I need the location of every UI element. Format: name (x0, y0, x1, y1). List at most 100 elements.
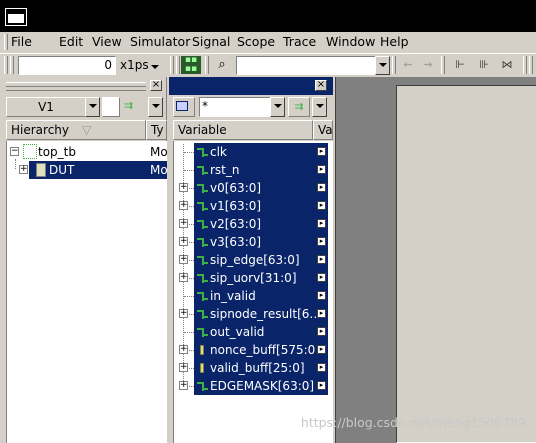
add-to-wave-icon[interactable]: ▸ (317, 201, 326, 210)
trace-driver-icon[interactable]: ⊩ (450, 56, 470, 74)
expand-icon[interactable]: + (19, 165, 28, 174)
add-to-wave-icon[interactable]: ▸ (317, 165, 326, 174)
variable-row[interactable]: + v2[63:0] ▸ (174, 215, 334, 233)
variable-row[interactable]: + v1[63:0] ▸ (174, 197, 334, 215)
waveform-pane[interactable] (396, 85, 536, 443)
expand-icon[interactable]: + (179, 219, 188, 228)
variable-row[interactable]: + v0[63:0] ▸ (174, 179, 334, 197)
collapse-icon[interactable]: − (10, 147, 19, 156)
signal-wave-icon (197, 165, 209, 175)
variable-row[interactable]: rst_n ▸ (174, 161, 334, 179)
sort-icon: ▽ (82, 123, 92, 137)
tree-item-label: top_tb (38, 145, 76, 159)
scope-dropdown-button[interactable] (85, 97, 100, 117)
expand-icon[interactable]: + (179, 381, 188, 390)
next-edge-icon[interactable]: ⇝ (418, 56, 438, 74)
search-dropdown-button[interactable] (375, 56, 390, 75)
expand-icon[interactable]: + (179, 273, 188, 282)
variable-row[interactable]: + sipnode_result[6… ▸ (174, 305, 334, 323)
add-to-wave-icon[interactable]: ▸ (317, 237, 326, 246)
time-input[interactable]: 0 (18, 56, 116, 75)
signal-wave-icon (197, 381, 209, 391)
expand-dropdown-button[interactable] (148, 97, 163, 117)
variable-row[interactable]: + valid_buff[25:0] ▸ (174, 359, 334, 377)
variable-name: v3[63:0] (210, 235, 262, 249)
variable-row[interactable]: + v3[63:0] ▸ (174, 233, 334, 251)
add-signal-dropdown-button[interactable] (312, 97, 327, 117)
add-to-wave-icon[interactable]: ▸ (317, 147, 326, 156)
menu-file[interactable]: File (11, 34, 32, 49)
add-to-wave-icon[interactable]: ▸ (317, 363, 326, 372)
module-icon (36, 163, 46, 177)
scope-select[interactable]: V1 (6, 97, 86, 117)
trace-connect-icon[interactable]: ⋈ (497, 56, 517, 74)
close-icon[interactable]: × (150, 80, 162, 91)
signal-wave-icon (197, 219, 209, 229)
time-unit-select[interactable]: x1ps (120, 58, 149, 72)
expand-icon[interactable]: + (179, 201, 188, 210)
expand-icon[interactable]: + (179, 309, 188, 318)
menu-edit[interactable]: Edit (59, 34, 83, 49)
tree-item-dut[interactable]: + DUT Mo (7, 161, 168, 179)
add-to-wave-icon[interactable]: ▸ (317, 291, 326, 300)
expand-icon[interactable]: + (179, 363, 188, 372)
menu-bar: File Edit View Simulator Signal Scope Tr… (0, 32, 536, 52)
add-to-wave-icon[interactable]: ▸ (317, 381, 326, 390)
signal-wave-icon (197, 201, 209, 211)
add-to-wave-icon[interactable]: ▸ (317, 255, 326, 264)
add-signal-icon[interactable]: ⇉ (288, 97, 310, 117)
toolbar-grip (392, 56, 396, 74)
signal-icon[interactable]: ▪▪ ▪▪ (181, 56, 201, 74)
chevron-down-icon[interactable] (151, 65, 159, 69)
toolbar-grip (176, 56, 180, 74)
variable-row[interactable]: + EDGEMASK[63:0] ▸ (174, 377, 334, 395)
variable-name: in_valid (210, 289, 256, 303)
variable-filter-input[interactable]: * (199, 97, 271, 117)
menu-view[interactable]: View (92, 34, 122, 49)
variable-row[interactable]: clk ▸ (174, 143, 334, 161)
expand-scope-icon[interactable]: ⇉ (124, 99, 133, 112)
search-input[interactable] (236, 56, 376, 75)
menu-signal[interactable]: Signal (192, 34, 230, 49)
prev-edge-icon[interactable]: ⇜ (398, 56, 418, 74)
menu-help[interactable]: Help (380, 34, 409, 49)
column-header-hierarchy[interactable]: Hierarchy ▽ (6, 120, 146, 140)
column-header-hierarchy-label: Hierarchy (11, 123, 70, 137)
binoculars-icon[interactable]: ⌕ (212, 56, 232, 74)
add-to-wave-icon[interactable]: ▸ (317, 183, 326, 192)
add-to-wave-icon[interactable]: ▸ (317, 327, 326, 336)
add-to-wave-icon[interactable]: ▸ (317, 219, 326, 228)
tree-connector (184, 332, 194, 333)
variable-row[interactable]: + nonce_buff[575:0] ▸ (174, 341, 334, 359)
close-icon[interactable]: × (315, 80, 327, 91)
variable-list: clk ▸ rst_n ▸ + v0[63:0] ▸ + v1[63:0] ▸ + v2[63:0] ▸… (173, 141, 333, 443)
variable-row[interactable]: + sip_edge[63:0] ▸ (174, 251, 334, 269)
variable-row[interactable]: in_valid ▸ (174, 287, 334, 305)
column-header-value[interactable]: Va (313, 120, 333, 140)
expand-icon[interactable]: + (179, 255, 188, 264)
filter-icon[interactable] (102, 97, 120, 117)
view-mode-icon[interactable] (173, 97, 195, 117)
expand-icon[interactable]: + (179, 237, 188, 246)
bus-icon (200, 345, 204, 355)
expand-icon[interactable]: + (179, 183, 188, 192)
panel-title-bar[interactable] (169, 77, 333, 95)
variable-name: out_valid (210, 325, 265, 339)
signal-wave-icon (197, 309, 209, 319)
add-to-wave-icon[interactable]: ▸ (317, 309, 326, 318)
tree-item-top-tb[interactable]: − top_tb Mo (7, 143, 168, 161)
column-header-variable[interactable]: Variable (173, 120, 313, 140)
column-header-type[interactable]: Ty (146, 120, 167, 140)
menu-simulator[interactable]: Simulator (130, 34, 190, 49)
menu-trace[interactable]: Trace (283, 34, 316, 49)
menu-window[interactable]: Window (326, 34, 375, 49)
add-to-wave-icon[interactable]: ▸ (317, 273, 326, 282)
menu-scope[interactable]: Scope (237, 34, 275, 49)
expand-icon[interactable]: + (179, 345, 188, 354)
filter-dropdown-button[interactable] (270, 97, 285, 117)
tree-connector (184, 152, 194, 153)
variable-row[interactable]: + sip_uorv[31:0] ▸ (174, 269, 334, 287)
variable-row[interactable]: out_valid ▸ (174, 323, 334, 341)
trace-load-icon[interactable]: ⊪ (474, 56, 494, 74)
add-to-wave-icon[interactable]: ▸ (317, 345, 326, 354)
